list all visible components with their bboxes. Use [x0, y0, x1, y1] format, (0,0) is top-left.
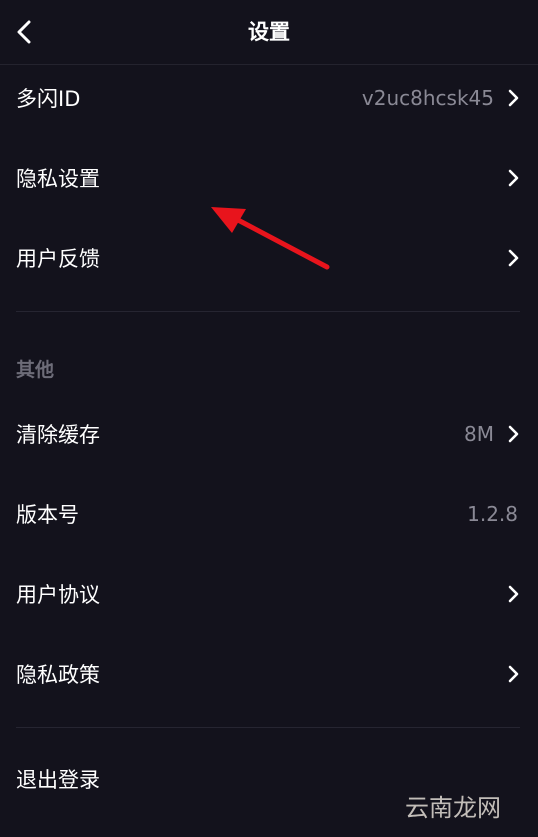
version-label: 版本号: [16, 503, 79, 527]
cache-size-value: 8M: [464, 422, 494, 446]
section-divider: [16, 311, 520, 312]
feedback-label: 用户反馈: [16, 247, 100, 271]
feedback-row[interactable]: 用户反馈: [0, 218, 538, 298]
clear-cache-label: 清除缓存: [16, 423, 100, 447]
logout-label: 退出登录: [16, 768, 100, 792]
chevron-right-icon: [506, 168, 520, 188]
chevron-right-icon: [506, 664, 520, 684]
section-divider: [16, 727, 520, 728]
chevron-right-icon: [506, 424, 520, 444]
user-agreement-label: 用户协议: [16, 583, 100, 607]
page-title: 设置: [248, 20, 290, 44]
section-header-other: 其他: [16, 359, 55, 381]
clear-cache-row[interactable]: 清除缓存 8M: [0, 394, 538, 474]
privacy-policy-label: 隐私政策: [16, 663, 100, 687]
chevron-right-icon: [506, 248, 520, 268]
privacy-policy-row[interactable]: 隐私政策: [0, 634, 538, 714]
version-row: 版本号 1.2.8: [0, 474, 538, 554]
privacy-settings-row[interactable]: 隐私设置: [0, 138, 538, 218]
version-value: 1.2.8: [467, 502, 518, 526]
user-agreement-row[interactable]: 用户协议: [0, 554, 538, 634]
chevron-right-icon: [506, 584, 520, 604]
watermark-text: 云南龙网: [405, 794, 501, 822]
duoshan-id-row[interactable]: 多闪ID v2uc8hcsk45: [0, 58, 538, 138]
top-bar: 设置: [0, 0, 538, 65]
duoshan-id-value: v2uc8hcsk45: [361, 86, 494, 110]
chevron-right-icon: [506, 88, 520, 108]
privacy-settings-label: 隐私设置: [16, 167, 100, 191]
duoshan-id-label: 多闪ID: [16, 87, 81, 111]
